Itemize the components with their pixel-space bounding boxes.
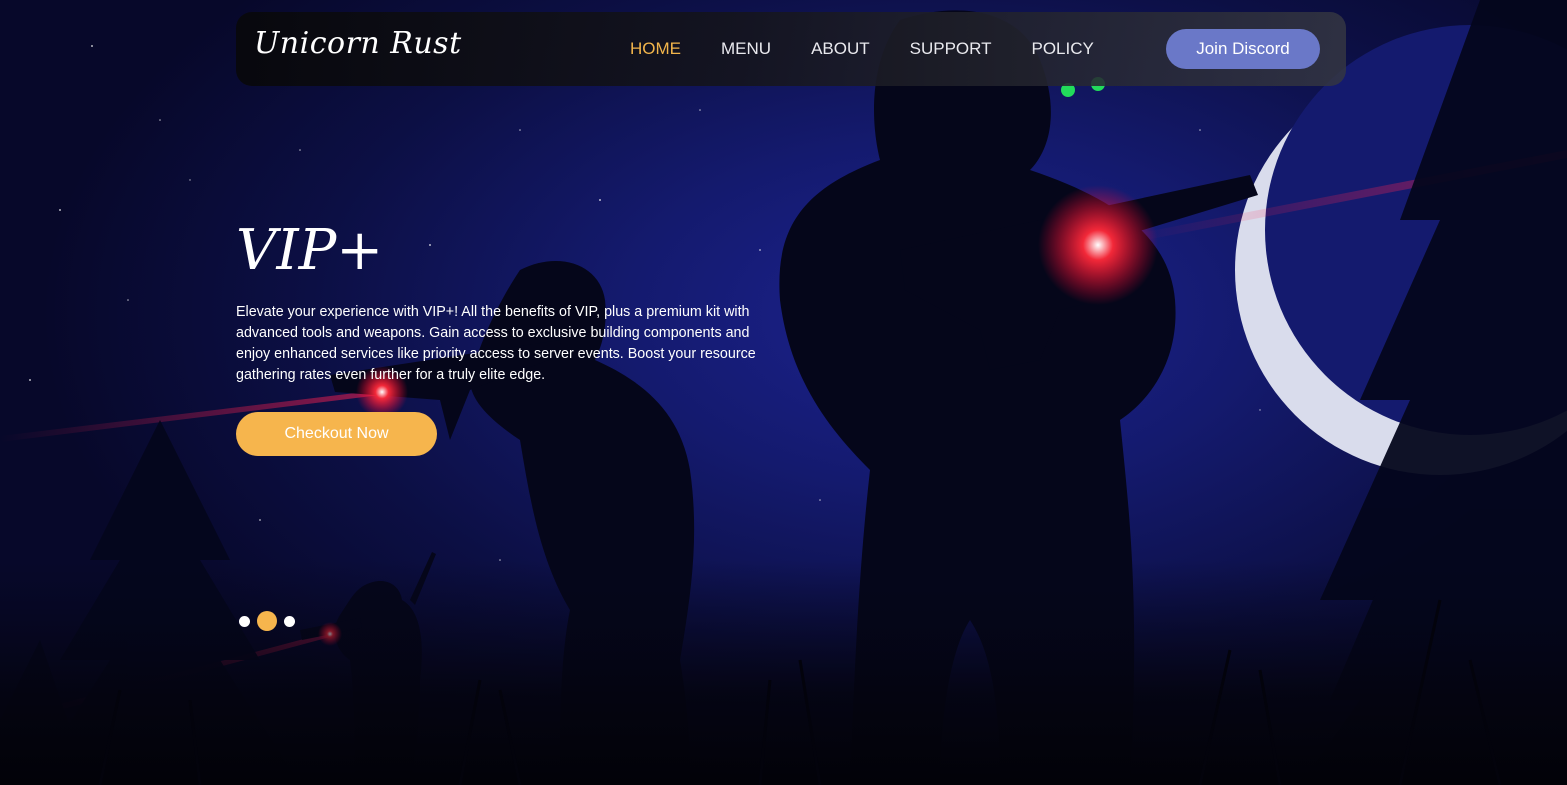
checkout-now-button[interactable]: Checkout Now [236, 412, 437, 456]
nav-links: HOME MENU ABOUT SUPPORT POLICY [630, 12, 1134, 86]
site-logo[interactable]: Unicorn Rust [254, 26, 462, 61]
nav-link-home[interactable]: HOME [630, 39, 681, 59]
nav-link-support[interactable]: SUPPORT [910, 39, 992, 59]
hero-section: Unicorn Rust HOME MENU ABOUT SUPPORT POL… [0, 0, 1567, 785]
hero-title: VIP+ [236, 218, 384, 283]
carousel-dot-1[interactable] [239, 615, 250, 627]
carousel-dot-2[interactable] [257, 611, 277, 631]
laser-glow-main [1038, 185, 1158, 305]
carousel-dot-3[interactable] [284, 615, 295, 627]
hero-description: Elevate your experience with VIP+! All t… [236, 304, 756, 383]
nav-link-about[interactable]: ABOUT [811, 39, 870, 59]
top-navbar: Unicorn Rust HOME MENU ABOUT SUPPORT POL… [236, 12, 1346, 86]
background-scene [0, 0, 1567, 785]
nav-link-menu[interactable]: MENU [721, 39, 771, 59]
nav-link-policy[interactable]: POLICY [1032, 39, 1094, 59]
join-discord-button[interactable]: Join Discord [1166, 29, 1320, 69]
carousel-dots [239, 611, 295, 631]
